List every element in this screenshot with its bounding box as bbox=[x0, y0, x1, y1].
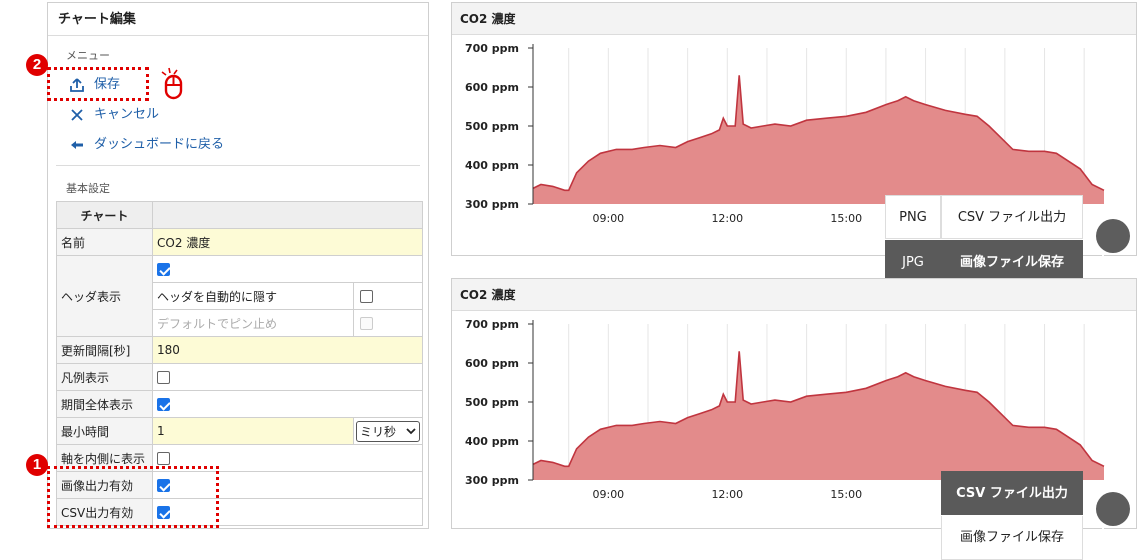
back-label: ダッシュボードに戻る bbox=[94, 137, 225, 152]
y-tick-label: 700 ppm bbox=[465, 318, 519, 331]
full-period-checkbox[interactable] bbox=[157, 398, 170, 411]
auto-hide-checkbox[interactable] bbox=[360, 290, 373, 303]
cancel-label: キャンセル bbox=[94, 107, 160, 122]
y-tick-label: 300 ppm bbox=[465, 198, 519, 211]
co2-area bbox=[533, 351, 1104, 480]
arrow-left-icon bbox=[66, 139, 88, 151]
name-input[interactable]: CO2 濃度 bbox=[152, 228, 423, 256]
y-tick-label: 700 ppm bbox=[465, 42, 519, 55]
save-highlight-box bbox=[47, 67, 149, 101]
cancel-button[interactable]: キャンセル bbox=[66, 104, 159, 126]
table-head: チャート bbox=[56, 201, 153, 229]
download-button-2[interactable] bbox=[1096, 492, 1130, 538]
png-option[interactable]: PNG bbox=[885, 195, 941, 239]
menu-section-label: メニュー bbox=[66, 49, 110, 62]
x-tick-label: 15:00 bbox=[830, 488, 862, 501]
min-time-unit-value: ミリ秒 bbox=[360, 424, 397, 439]
back-to-dashboard-button[interactable]: ダッシュボードに戻る bbox=[66, 134, 224, 156]
y-tick-label: 300 ppm bbox=[465, 474, 519, 487]
legend-checkbox[interactable] bbox=[157, 371, 170, 384]
x-tick-label: 15:00 bbox=[830, 212, 862, 225]
header-label: ヘッダ表示 bbox=[56, 255, 153, 337]
chart-panel-1: CO2 濃度 300 ppm 400 ppm 500 ppm 600 ppm 700 p… bbox=[451, 2, 1137, 284]
interval-input[interactable]: 180 bbox=[152, 336, 423, 364]
axis-inside-checkbox[interactable] bbox=[157, 452, 170, 465]
step-badge-2: 2 bbox=[26, 54, 48, 76]
full-period-label: 期間全体表示 bbox=[56, 390, 153, 418]
y-tick-label: 500 ppm bbox=[465, 120, 519, 133]
legend-label: 凡例表示 bbox=[56, 363, 153, 391]
chart-title-2: CO2 濃度 bbox=[452, 279, 1136, 311]
min-time-unit-select[interactable]: ミリ秒 bbox=[356, 420, 420, 442]
download-icon bbox=[1098, 526, 1108, 538]
x-tick-label: 09:00 bbox=[592, 212, 624, 225]
auto-hide-label: ヘッダを自動的に隠す bbox=[152, 282, 354, 310]
download-icon bbox=[1098, 253, 1108, 265]
y-tick-label: 600 ppm bbox=[465, 357, 519, 370]
basic-settings-label: 基本設定 bbox=[66, 182, 110, 195]
interval-label: 更新間隔[秒] bbox=[56, 336, 153, 364]
chevron-down-icon bbox=[406, 428, 416, 435]
y-tick-label: 600 ppm bbox=[465, 81, 519, 94]
close-icon bbox=[66, 108, 88, 122]
output-options-highlight-box bbox=[47, 466, 219, 528]
x-tick-label: 12:00 bbox=[711, 488, 743, 501]
download-button-1[interactable] bbox=[1096, 219, 1130, 265]
pin-label: デフォルトでピン止め bbox=[152, 309, 354, 337]
image-save-option-2[interactable]: 画像ファイル保存 bbox=[941, 516, 1083, 560]
x-tick-label: 12:00 bbox=[711, 212, 743, 225]
min-time-label: 最小時間 bbox=[56, 417, 153, 445]
y-tick-label: 400 ppm bbox=[465, 159, 519, 172]
y-tick-label: 500 ppm bbox=[465, 396, 519, 409]
csv-export-option[interactable]: CSV ファイル出力 bbox=[941, 195, 1083, 239]
chart-title-1: CO2 濃度 bbox=[452, 3, 1136, 35]
chart-panel-2: CO2 濃度 300 ppm 400 ppm 500 ppm 600 ppm 700 p… bbox=[451, 278, 1137, 560]
co2-area bbox=[533, 75, 1104, 204]
pin-checkbox[interactable] bbox=[360, 317, 373, 330]
x-tick-label: 09:00 bbox=[592, 488, 624, 501]
editor-title: チャート編集 bbox=[48, 3, 428, 36]
header-checkbox[interactable] bbox=[157, 263, 170, 276]
step-badge-1: 1 bbox=[26, 454, 48, 476]
csv-export-option-2[interactable]: CSV ファイル出力 bbox=[941, 471, 1083, 515]
menu-divider bbox=[56, 165, 420, 166]
name-label: 名前 bbox=[56, 228, 153, 256]
y-tick-label: 400 ppm bbox=[465, 435, 519, 448]
mouse-click-icon bbox=[157, 66, 189, 106]
min-time-input[interactable]: 1 bbox=[152, 417, 354, 445]
